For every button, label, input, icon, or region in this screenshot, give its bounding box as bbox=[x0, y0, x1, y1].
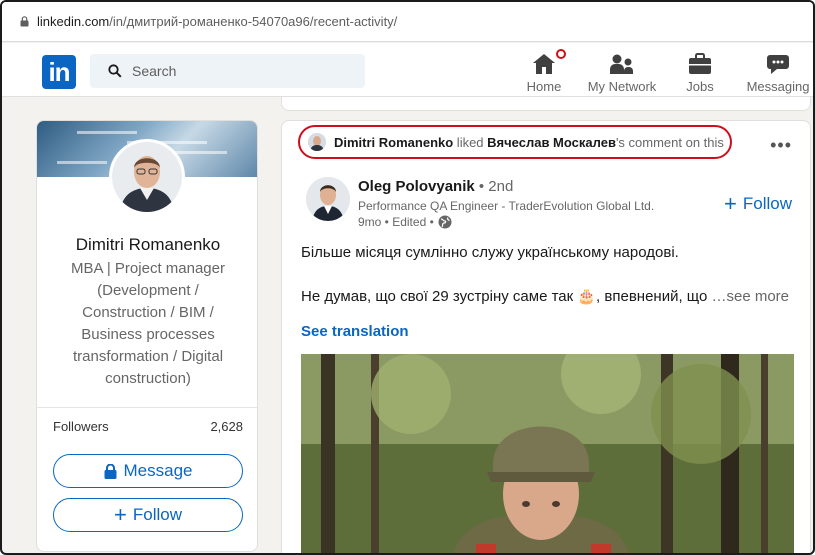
post-follow-label: Follow bbox=[742, 194, 792, 213]
plus-icon: + bbox=[114, 502, 127, 527]
post-follow-button[interactable]: + Follow bbox=[724, 193, 792, 215]
post-text-line-2: Не думав, що свої 29 зустріну саме так 🎂… bbox=[301, 287, 789, 305]
actor-avatar[interactable] bbox=[308, 133, 326, 151]
search-box[interactable]: Search bbox=[90, 54, 365, 88]
nav-jobs-label: Jobs bbox=[686, 79, 714, 94]
url-path: /in/дмитрий-романенко-54070a96/recent-ac… bbox=[109, 14, 398, 29]
post-photo[interactable] bbox=[301, 354, 794, 553]
network-icon bbox=[610, 54, 633, 74]
notification-badge bbox=[554, 47, 568, 61]
profile-name[interactable]: Dimitri Romanenko bbox=[37, 235, 257, 255]
profile-avatar[interactable] bbox=[109, 139, 185, 215]
lock-icon bbox=[20, 16, 29, 27]
search-icon bbox=[108, 64, 122, 78]
browser-window: linkedin.com/in/дмитрий-романенко-54070a… bbox=[0, 0, 815, 555]
profile-photo bbox=[112, 142, 182, 212]
post-author-name[interactable]: Oleg Polovyanik • 2nd bbox=[358, 178, 513, 195]
briefcase-icon bbox=[689, 53, 711, 74]
followers-row: Followers 2,628 bbox=[53, 419, 243, 434]
see-more-link[interactable]: …see more bbox=[711, 288, 789, 305]
post-meta: 9mo • Edited • bbox=[358, 215, 452, 229]
globe-icon bbox=[438, 215, 452, 229]
profile-card: Dimitri Romanenko MBA | Project manager … bbox=[36, 120, 258, 552]
nav-jobs[interactable]: Jobs bbox=[684, 49, 716, 94]
nav-my-network-label: My Network bbox=[587, 79, 657, 94]
profile-follow-button[interactable]: + Follow bbox=[53, 498, 243, 532]
activity-verb: liked bbox=[453, 134, 488, 150]
post-author-avatar[interactable] bbox=[306, 177, 350, 221]
nav-home[interactable]: Home bbox=[526, 47, 568, 94]
profile-follow-label: Follow bbox=[132, 505, 182, 524]
post-text-line-1: Більше місяця сумлінно служу українськом… bbox=[301, 244, 679, 261]
nav-messaging[interactable]: Messaging bbox=[746, 49, 810, 94]
nav-messaging-label: Messaging bbox=[746, 79, 810, 94]
linkedin-logo[interactable]: in bbox=[42, 55, 76, 89]
nav-home-label: Home bbox=[526, 79, 562, 94]
message-button[interactable]: Message bbox=[53, 454, 243, 488]
see-translation-link[interactable]: See translation bbox=[301, 323, 409, 340]
top-nav: in Search Home My Network Jobs Messaging bbox=[2, 43, 813, 97]
connection-degree: • 2nd bbox=[474, 178, 514, 195]
divider bbox=[37, 407, 257, 408]
followers-label: Followers bbox=[53, 419, 109, 434]
address-bar[interactable]: linkedin.com/in/дмитрий-романенко-54070a… bbox=[2, 2, 813, 42]
comment-author-name[interactable]: Вячеслав Москалев bbox=[487, 135, 616, 150]
search-placeholder: Search bbox=[132, 63, 177, 79]
post-author-title: Performance QA Engineer - TraderEvolutio… bbox=[358, 199, 655, 213]
profile-headline: MBA | Project manager (Development / Con… bbox=[71, 260, 225, 387]
post-timestamp: 9mo • Edited • bbox=[358, 215, 434, 229]
previous-post-card bbox=[281, 97, 811, 111]
nav-my-network[interactable]: My Network bbox=[586, 49, 658, 94]
home-icon bbox=[533, 54, 555, 74]
post-image bbox=[301, 354, 794, 553]
post-text-line-2-content: Не думав, що свої 29 зустріну саме так 🎂… bbox=[301, 288, 708, 305]
message-button-label: Message bbox=[123, 461, 193, 480]
more-options-icon[interactable]: ••• bbox=[770, 135, 792, 156]
messaging-icon bbox=[767, 55, 789, 74]
url-host: linkedin.com bbox=[37, 14, 110, 29]
lock-icon bbox=[104, 463, 116, 479]
actor-name[interactable]: Dimitri Romanenko bbox=[334, 135, 453, 150]
feed-post-card: Dimitri Romanenko liked Вячеслав Москале… bbox=[281, 120, 811, 553]
plus-icon: + bbox=[724, 191, 737, 216]
activity-suffix: 's comment on this bbox=[615, 134, 724, 150]
followers-count: 2,628 bbox=[210, 419, 243, 434]
activity-header: Dimitri Romanenko liked Вячеслав Москале… bbox=[298, 125, 732, 159]
